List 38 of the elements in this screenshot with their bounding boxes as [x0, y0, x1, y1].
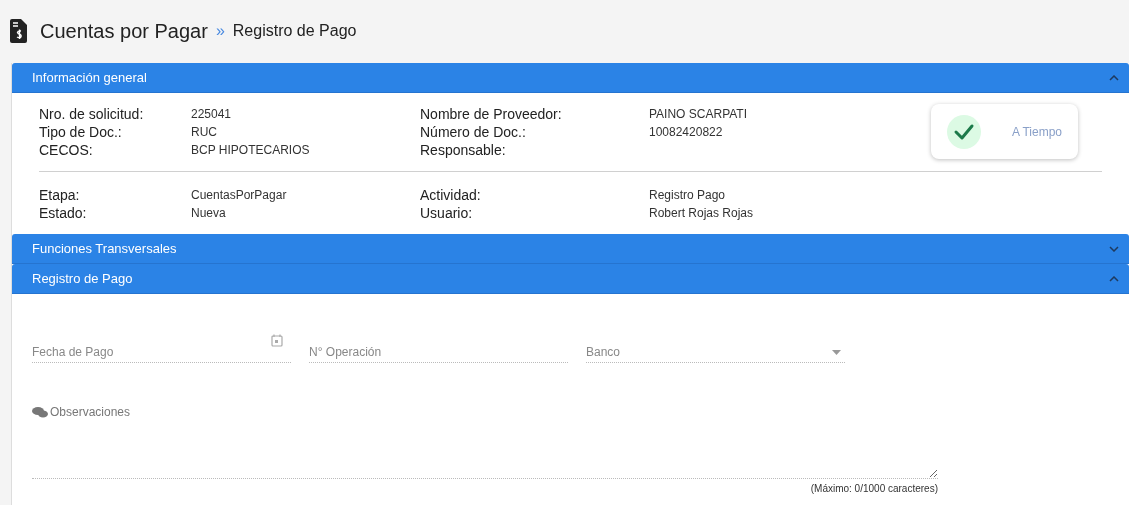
chevron-up-icon[interactable]	[1109, 275, 1119, 282]
calendar-icon[interactable]	[271, 334, 283, 347]
input-field[interactable]: N° Operación	[309, 334, 568, 363]
section-header[interactable]: Registro de Pago	[12, 264, 1129, 294]
status-label: A Tiempo	[1011, 123, 1062, 141]
field-label: Etapa:	[39, 185, 81, 205]
invoice-icon	[10, 19, 27, 43]
field-label: CECOS:	[39, 140, 94, 160]
field-label: Número de Doc.:	[420, 122, 527, 142]
chevron-down-icon[interactable]	[1109, 245, 1119, 252]
field-value: BCP HIPOTECARIOS	[191, 142, 311, 159]
field-value: PAINO SCARPATI	[649, 106, 747, 123]
section-header[interactable]: Información general	[12, 63, 1129, 93]
chevron-up-icon[interactable]	[1109, 74, 1119, 81]
field-value: Robert Rojas Rojas	[649, 205, 754, 222]
dropdown-icon[interactable]	[832, 350, 841, 355]
field-label: Usuario:	[420, 203, 474, 223]
notes-label: Observaciones	[50, 404, 131, 421]
field-label: Tipo de Doc.:	[39, 122, 123, 142]
field-value: 225041	[191, 106, 233, 123]
page-title: Cuentas por Pagar	[40, 19, 208, 44]
section-header[interactable]: Funciones Transversales	[12, 234, 1129, 264]
field-label: Estado:	[39, 203, 88, 223]
character-counter: (Máximo: 0/1000 caracteres)	[810, 482, 938, 496]
field-value: Registro Pago	[649, 187, 726, 204]
select-field[interactable]: Banco	[586, 334, 845, 363]
field-label: Responsable:	[420, 140, 507, 160]
comments-icon	[32, 406, 48, 418]
breadcrumb-separator: »	[215, 21, 225, 41]
field-value: 10082420822	[649, 124, 723, 141]
field-value: CuentasPorPagar	[191, 187, 288, 204]
page-subtitle: Registro de Pago	[232, 21, 357, 41]
field-value: Nueva	[191, 205, 227, 222]
field-value: RUC	[191, 124, 218, 141]
field-label: Nro. de solicitud:	[39, 104, 145, 124]
field-label: Nombre de Proveedor:	[420, 104, 563, 124]
date-field[interactable]: Fecha de Pago	[32, 334, 291, 363]
field-label: Actividad:	[420, 185, 482, 205]
